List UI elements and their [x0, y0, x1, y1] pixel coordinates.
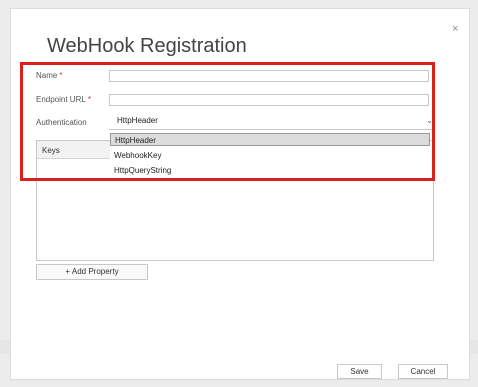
- dialog-title: WebHook Registration: [47, 35, 247, 57]
- name-input[interactable]: [109, 70, 429, 82]
- authentication-label: Authentication: [36, 118, 87, 127]
- auth-option-httpquerystring[interactable]: HttpQueryString: [110, 164, 430, 177]
- auth-option-webhookkey[interactable]: WebhookKey: [110, 149, 430, 162]
- authentication-dropdown-list: HttpHeader WebhookKey HttpQueryString: [110, 131, 430, 181]
- authentication-select[interactable]: HttpHeader ⌄: [109, 114, 435, 130]
- cancel-button[interactable]: Cancel: [398, 364, 448, 379]
- required-mark: *: [59, 71, 63, 80]
- name-label: Name *: [36, 71, 62, 80]
- chevron-down-icon: ⌄: [426, 116, 433, 125]
- name-label-text: Name: [36, 71, 58, 80]
- close-icon[interactable]: ×: [452, 23, 458, 35]
- endpoint-url-label: Endpoint URL *: [36, 95, 91, 104]
- auth-option-httpheader[interactable]: HttpHeader: [110, 133, 430, 146]
- required-mark: *: [87, 95, 91, 104]
- endpoint-url-label-text: Endpoint URL: [36, 95, 86, 104]
- keys-column-header: Keys: [37, 141, 110, 159]
- save-button[interactable]: Save: [337, 364, 382, 379]
- authentication-selected-value: HttpHeader: [117, 116, 158, 125]
- endpoint-url-input[interactable]: [109, 94, 429, 106]
- add-property-button[interactable]: + Add Property: [36, 264, 148, 280]
